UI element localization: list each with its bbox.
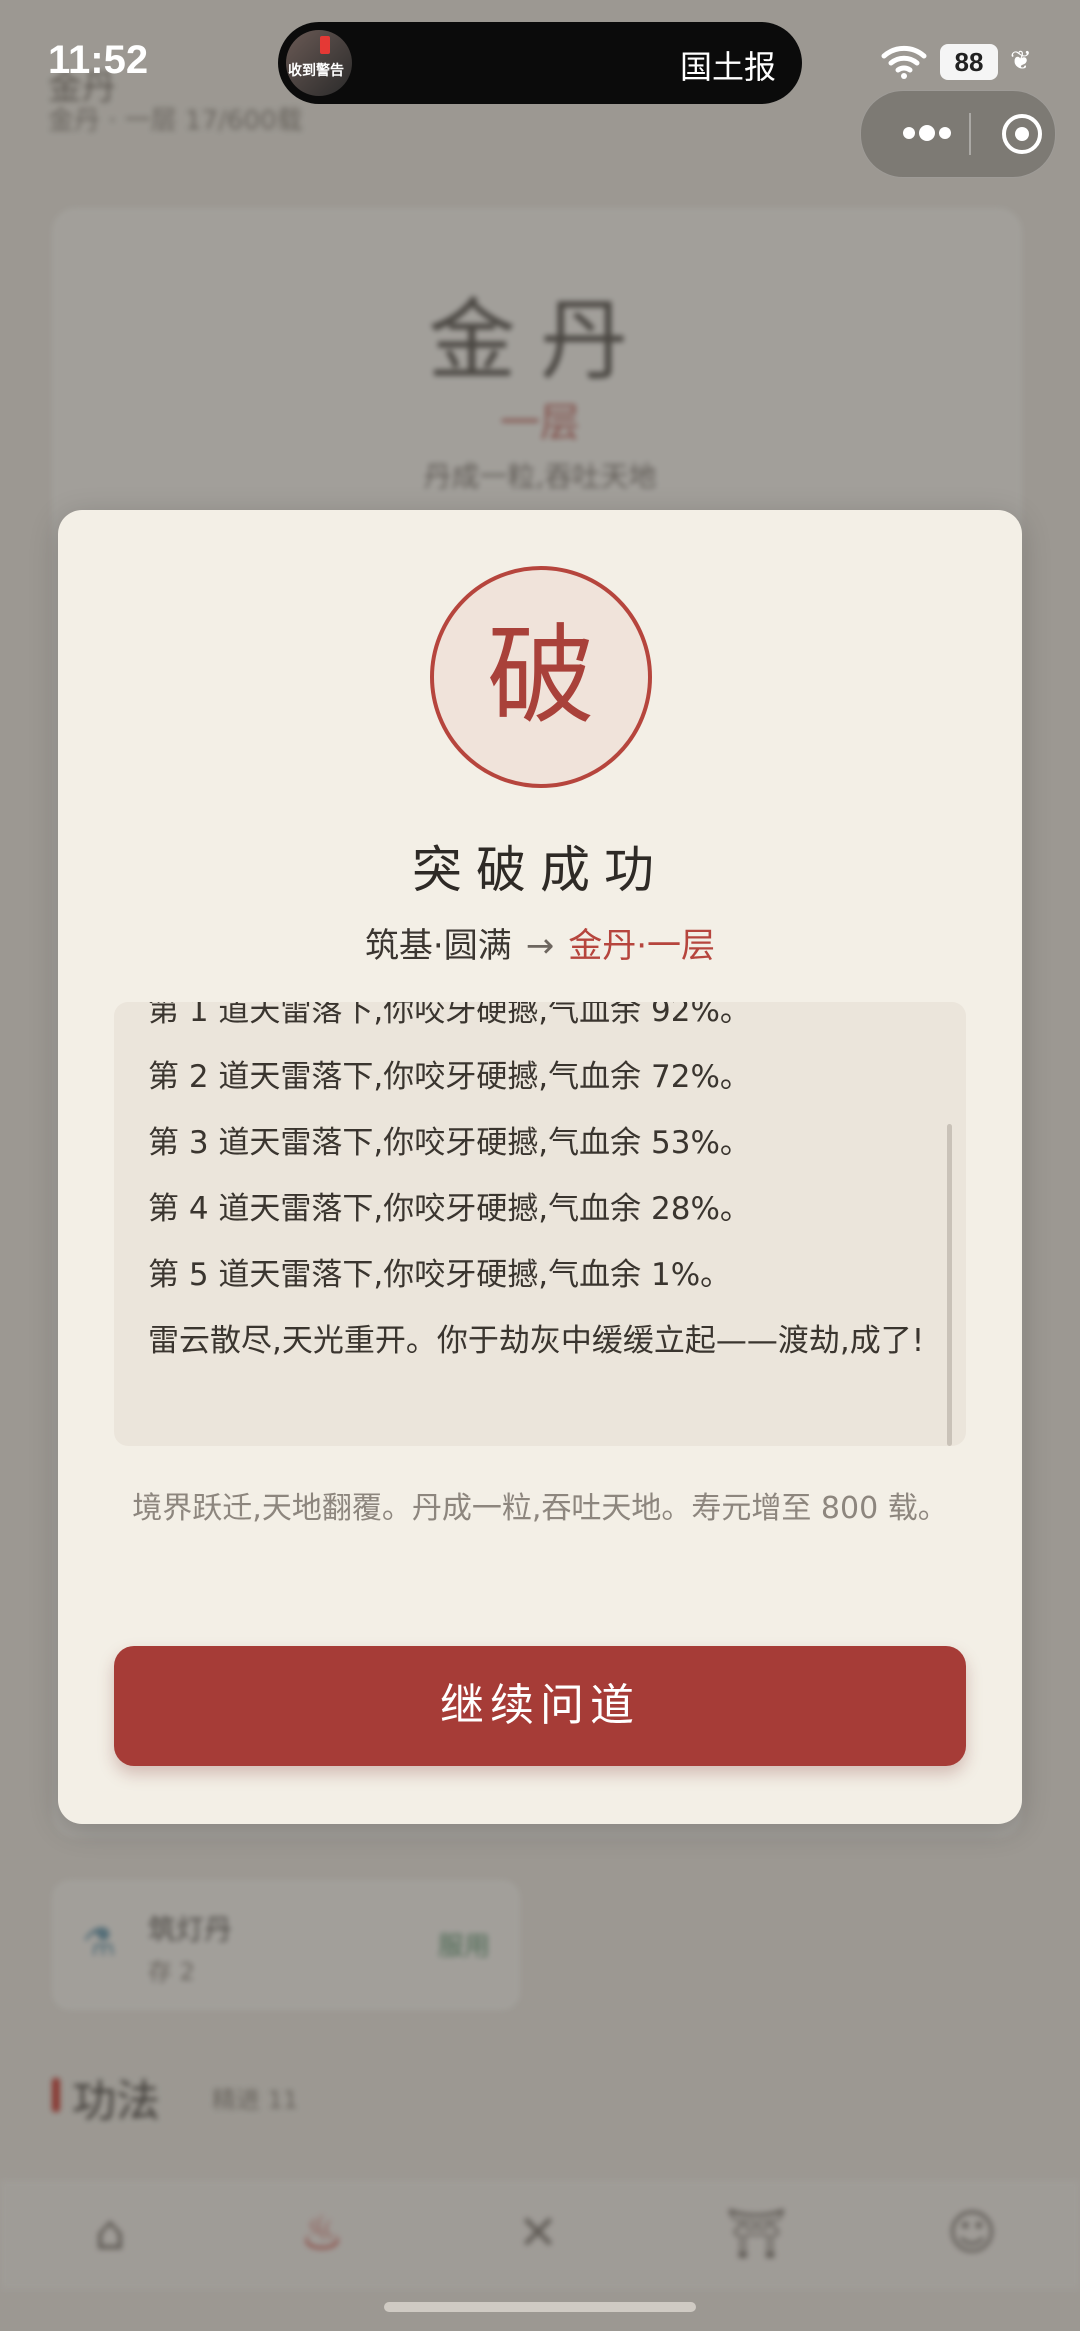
log-line: 第 5 道天雷落下,你咬牙硬撼,气血余 1%。 bbox=[148, 1257, 732, 1293]
log-line: 雷云散尽,天光重开。你于劫灰中缓缓立起——渡劫,成了! bbox=[148, 1323, 925, 1359]
log-line: 第 1 道天雷落下,你咬牙硬撼,气血余 92%。 bbox=[148, 1002, 751, 1029]
alert-mark-icon bbox=[320, 36, 330, 54]
from-realm: 筑基·圆满 bbox=[364, 926, 512, 966]
miniprogram-capsule bbox=[860, 90, 1056, 178]
tribulation-log[interactable]: 第 1 道天雷落下,你咬牙硬撼,气血余 92%。 第 2 道天雷落下,你咬牙硬撼… bbox=[114, 1002, 966, 1446]
modal-title: 突破成功 bbox=[412, 841, 668, 899]
to-realm: 金丹·一层 bbox=[568, 926, 716, 966]
island-label: 国土报 bbox=[679, 48, 776, 86]
breakthrough-modal: 破 突破成功 筑基·圆满 → 金丹·一层 第 1 道天雷落下,你咬牙硬撼,气血余 9… bbox=[58, 510, 1022, 1824]
dynamic-island[interactable]: 收到警告 国土报 bbox=[278, 22, 802, 104]
more-options-icon[interactable] bbox=[887, 113, 967, 153]
news-thumbnail-text: 收到警告 bbox=[288, 63, 344, 79]
close-miniprogram-icon[interactable] bbox=[999, 111, 1045, 157]
battery-indicator: 88 bbox=[940, 44, 998, 80]
status-time: 11:52 bbox=[48, 38, 149, 82]
continue-button[interactable]: 继续问道 bbox=[114, 1646, 966, 1766]
reward-text: 境界跃迁,天地翻覆。丹成一粒,吞吐天地。寿元增至 800 载。 bbox=[132, 1491, 948, 1526]
realm-transition: 筑基·圆满 → 金丹·一层 bbox=[58, 918, 1022, 967]
log-scrollbar[interactable] bbox=[947, 1124, 952, 1446]
news-thumbnail: 收到警告 bbox=[286, 30, 352, 96]
log-line: 第 3 道天雷落下,你咬牙硬撼,气血余 53%。 bbox=[148, 1125, 751, 1161]
home-indicator bbox=[384, 2302, 696, 2312]
leaf-icon: ❦ bbox=[1010, 46, 1032, 76]
capsule-divider bbox=[969, 113, 971, 155]
arrow-right-icon: → bbox=[525, 926, 555, 966]
breakthrough-seal: 破 bbox=[430, 566, 652, 788]
log-line: 第 4 道天雷落下,你咬牙硬撼,气血余 28%。 bbox=[148, 1191, 751, 1227]
log-line: 第 2 道天雷落下,你咬牙硬撼,气血余 72%。 bbox=[148, 1059, 751, 1095]
wifi-icon bbox=[881, 45, 927, 79]
